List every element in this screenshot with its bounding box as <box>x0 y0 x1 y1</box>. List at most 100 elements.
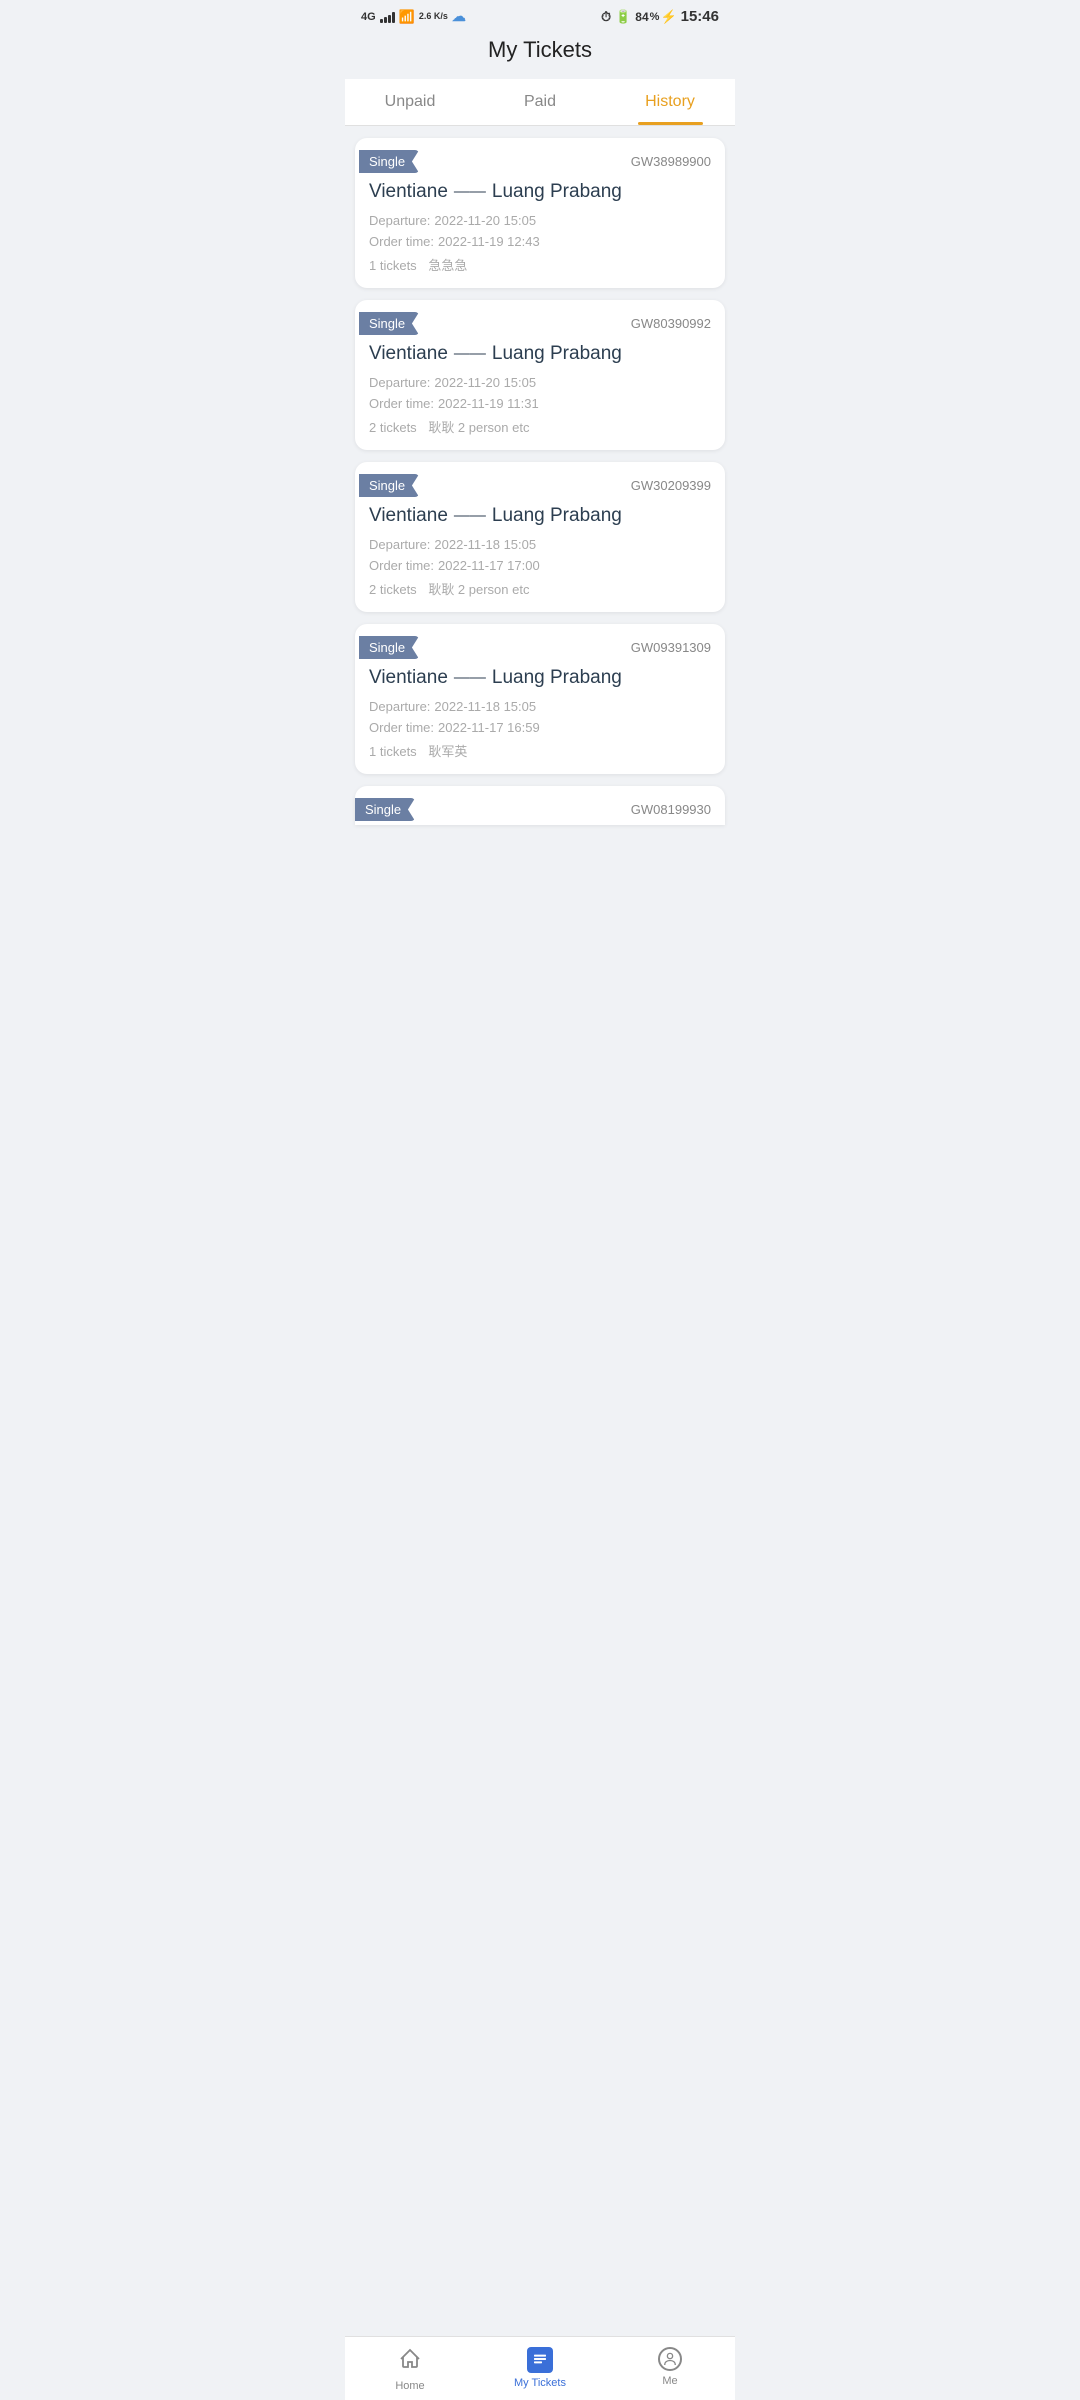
order-time-label: Order time: <box>369 396 434 411</box>
tickets-count: 2 tickets <box>369 582 417 597</box>
departure-row: Departure: 2022-11-20 15:05 <box>369 213 711 228</box>
ticket-card-partial[interactable]: Single GW08199930 <box>355 786 725 825</box>
battery-percent: 84 <box>635 10 648 24</box>
route-arrow: —— <box>454 183 486 201</box>
status-bar: 4G 📶 2.6 K/s ☁ ⏱ 🔋 84 % ⚡ 15:46 <box>345 0 735 29</box>
tickets-count-row: 1 tickets 急急急 <box>369 255 711 274</box>
card-header: Single GW80390992 <box>355 300 725 343</box>
battery-indicator: 84 % ⚡ <box>635 9 676 25</box>
signal-bar-4 <box>392 12 395 23</box>
route: Vientiane —— Luang Prabang <box>369 343 711 365</box>
nav-label-home: Home <box>395 2380 424 2392</box>
card-body: Vientiane —— Luang Prabang Departure: 20… <box>355 505 725 612</box>
signal-bars <box>380 11 395 23</box>
destination: Luang Prabang <box>492 343 622 365</box>
card-header: Single GW38989900 <box>355 138 725 181</box>
charging-icon: ⚡ <box>660 9 676 25</box>
order-id: GW30209399 <box>631 478 711 493</box>
order-time-value: 2022-11-17 17:00 <box>438 558 540 573</box>
nav-item-home[interactable]: Home <box>345 2337 475 2400</box>
battery-icon: % <box>650 11 660 23</box>
departure-value: 2022-11-18 15:05 <box>434 699 536 714</box>
order-time-row: Order time: 2022-11-17 16:59 <box>369 720 711 735</box>
route-arrow: —— <box>454 345 486 363</box>
order-time-value: 2022-11-19 11:31 <box>438 396 539 411</box>
tickets-count-row: 2 tickets 耿耿 2 person etc <box>369 579 711 598</box>
card-body: Vientiane —— Luang Prabang Departure: 20… <box>355 181 725 288</box>
card-body: Vientiane —— Luang Prabang Departure: 20… <box>355 343 725 450</box>
my-tickets-icon <box>527 2347 553 2373</box>
network-type: 4G <box>361 11 376 23</box>
ticket-card[interactable]: Single GW09391309 Vientiane —— Luang Pra… <box>355 624 725 774</box>
ticket-type-badge: Single <box>359 150 419 173</box>
page-header: My Tickets <box>345 29 735 79</box>
order-id: GW08199930 <box>631 802 711 817</box>
origin: Vientiane <box>369 343 448 365</box>
ticket-type-badge: Single <box>355 798 415 821</box>
departure-label: Departure: <box>369 213 430 228</box>
order-id: GW38989900 <box>631 154 711 169</box>
route: Vientiane —— Luang Prabang <box>369 667 711 689</box>
nav-label-mytickets: My Tickets <box>514 2377 566 2389</box>
order-id: GW80390992 <box>631 316 711 331</box>
tab-paid[interactable]: Paid <box>475 79 605 125</box>
order-time-label: Order time: <box>369 558 434 573</box>
tab-bar: Unpaid Paid History <box>345 79 735 126</box>
passenger-note: 耿耿 2 person etc <box>428 420 529 435</box>
ticket-type-badge: Single <box>359 474 419 497</box>
departure-label: Departure: <box>369 537 430 552</box>
ticket-card[interactable]: Single GW30209399 Vientiane —— Luang Pra… <box>355 462 725 612</box>
status-right: ⏱ 🔋 84 % ⚡ 15:46 <box>601 8 719 25</box>
order-time-label: Order time: <box>369 720 434 735</box>
departure-row: Departure: 2022-11-18 15:05 <box>369 537 711 552</box>
ticket-card[interactable]: Single GW38989900 Vientiane —— Luang Pra… <box>355 138 725 288</box>
origin: Vientiane <box>369 181 448 203</box>
passenger-note: 耿军英 <box>428 744 467 759</box>
departure-value: 2022-11-18 15:05 <box>434 537 536 552</box>
order-time-label: Order time: <box>369 234 434 249</box>
page-title: My Tickets <box>345 37 735 63</box>
cloud-icon: ☁ <box>452 8 466 25</box>
departure-row: Departure: 2022-11-18 15:05 <box>369 699 711 714</box>
ticket-type-badge: Single <box>359 636 419 659</box>
route-arrow: —— <box>454 669 486 687</box>
tab-history[interactable]: History <box>605 79 735 125</box>
passenger-note: 急急急 <box>428 258 467 273</box>
departure-value: 2022-11-20 15:05 <box>434 375 536 390</box>
order-time-row: Order time: 2022-11-19 11:31 <box>369 396 711 411</box>
bottom-nav: Home My Tickets Me <box>345 2336 735 2400</box>
nav-item-me[interactable]: Me <box>605 2337 735 2400</box>
card-body: Vientiane —— Luang Prabang Departure: 20… <box>355 667 725 774</box>
order-id: GW09391309 <box>631 640 711 655</box>
ticket-list: Single GW38989900 Vientiane —— Luang Pra… <box>345 126 735 905</box>
tickets-count: 1 tickets <box>369 258 417 273</box>
route: Vientiane —— Luang Prabang <box>369 505 711 527</box>
nav-label-me: Me <box>662 2375 677 2387</box>
status-left: 4G 📶 2.6 K/s ☁ <box>361 8 466 25</box>
tickets-count: 2 tickets <box>369 420 417 435</box>
vibrate-icon: 🔋 <box>615 9 631 25</box>
time-display: 15:46 <box>681 8 719 25</box>
signal-bar-1 <box>380 19 383 23</box>
order-time-value: 2022-11-17 16:59 <box>438 720 540 735</box>
order-time-row: Order time: 2022-11-17 17:00 <box>369 558 711 573</box>
tab-unpaid[interactable]: Unpaid <box>345 79 475 125</box>
home-icon <box>398 2347 422 2376</box>
me-icon <box>658 2347 682 2371</box>
wifi-icon: 📶 <box>399 9 415 25</box>
origin: Vientiane <box>369 505 448 527</box>
origin: Vientiane <box>369 667 448 689</box>
order-time-value: 2022-11-19 12:43 <box>438 234 540 249</box>
data-speed: 2.6 K/s <box>419 11 448 22</box>
signal-bar-2 <box>384 17 387 23</box>
departure-label: Departure: <box>369 375 430 390</box>
destination: Luang Prabang <box>492 667 622 689</box>
route-arrow: —— <box>454 507 486 525</box>
nav-item-mytickets[interactable]: My Tickets <box>475 2337 605 2400</box>
tickets-count-row: 2 tickets 耿耿 2 person etc <box>369 417 711 436</box>
ticket-card[interactable]: Single GW80390992 Vientiane —— Luang Pra… <box>355 300 725 450</box>
departure-value: 2022-11-20 15:05 <box>434 213 536 228</box>
passenger-note: 耿耿 2 person etc <box>428 582 529 597</box>
departure-row: Departure: 2022-11-20 15:05 <box>369 375 711 390</box>
departure-label: Departure: <box>369 699 430 714</box>
